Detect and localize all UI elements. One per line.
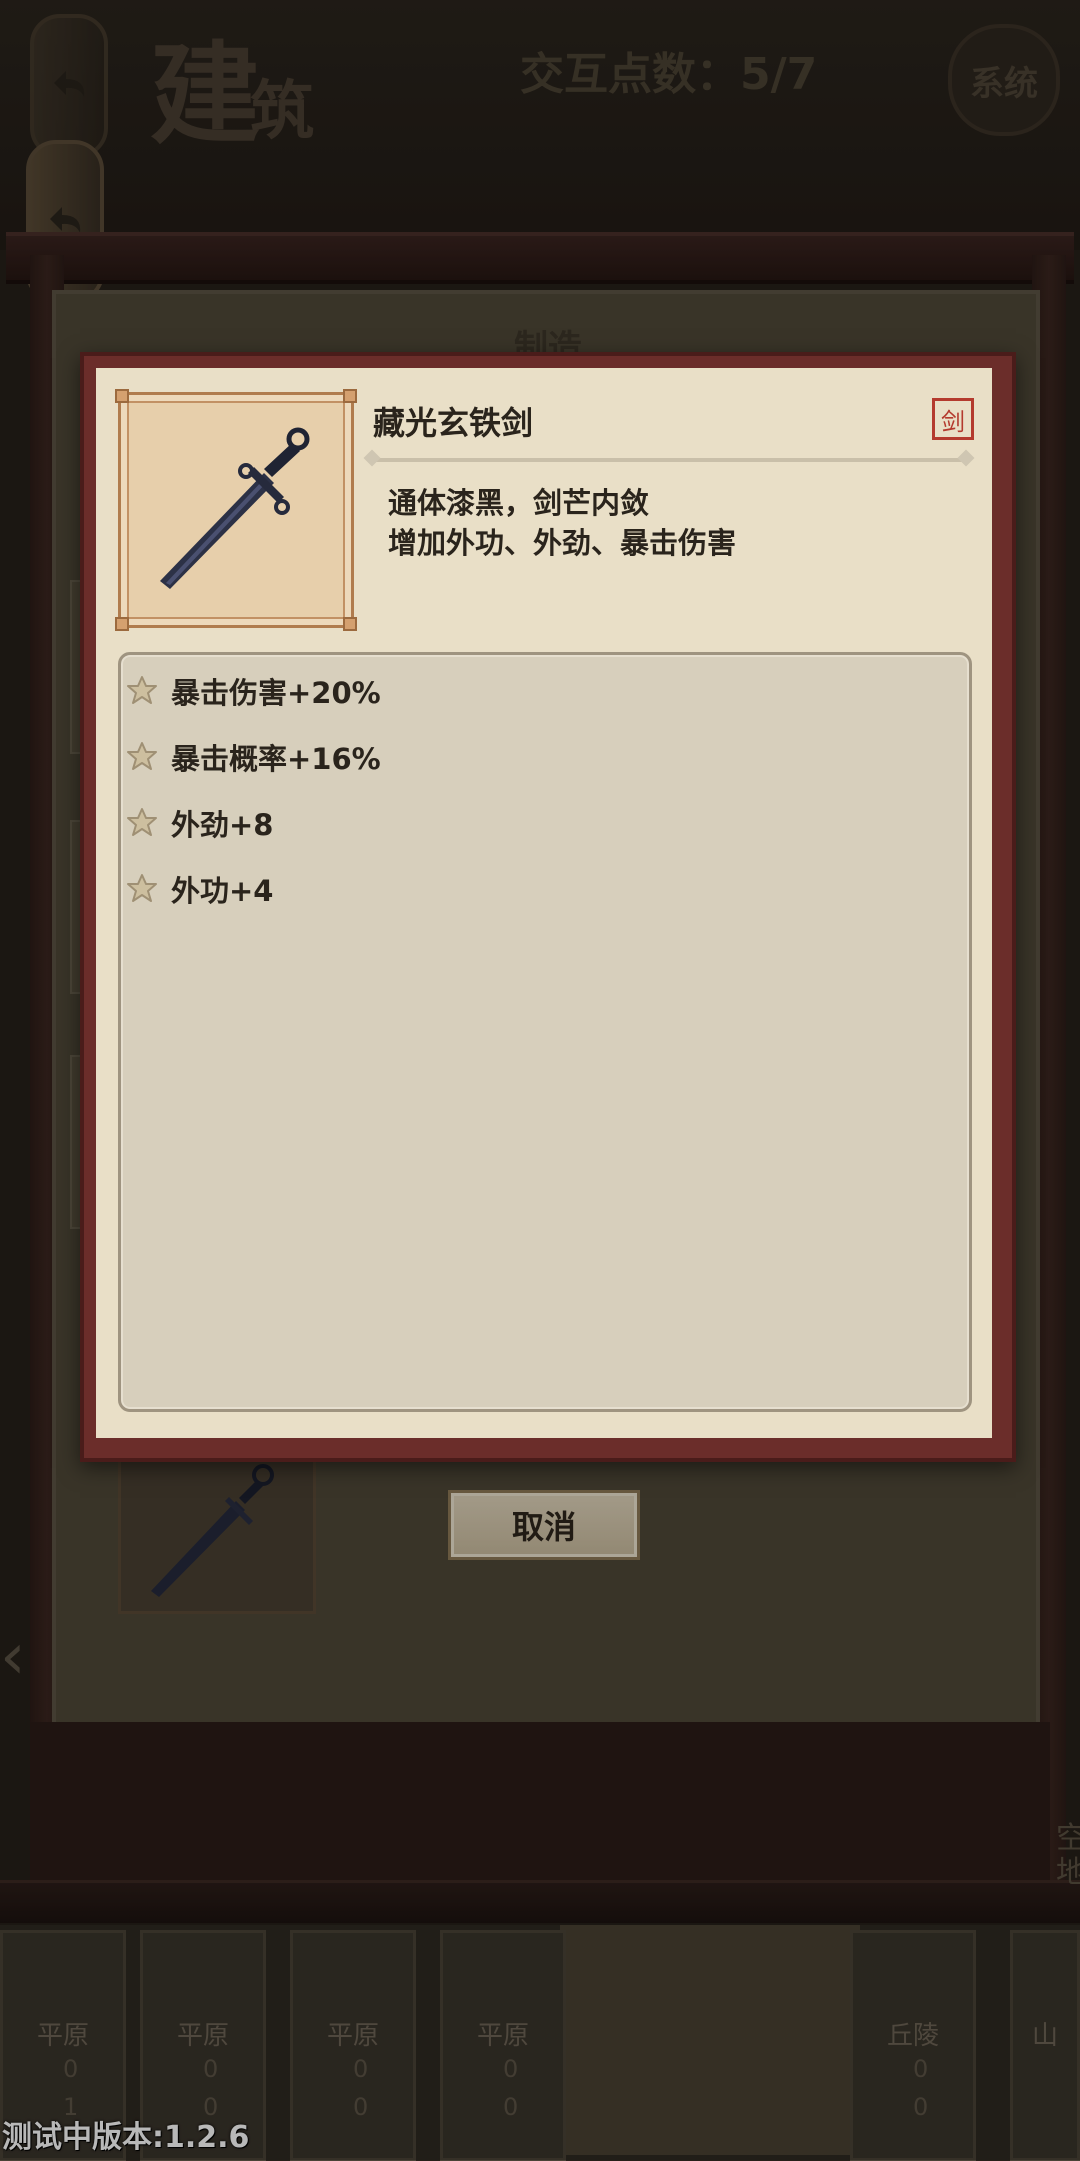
stat-row: 暴击概率+16% bbox=[125, 732, 381, 782]
stat-row: 外功+4 bbox=[125, 864, 273, 914]
item-type-tag: 剑 bbox=[932, 398, 974, 440]
flower-bullet-icon bbox=[127, 742, 157, 770]
flower-bullet-icon bbox=[127, 874, 157, 902]
stat-row: 外劲+8 bbox=[125, 798, 273, 848]
sword-icon bbox=[160, 427, 310, 589]
item-icon-frame bbox=[115, 389, 357, 631]
flower-bullet-icon bbox=[127, 676, 157, 704]
item-description-line: 增加外功、外劲、暴击伤害 bbox=[388, 526, 737, 560]
stat-row: 暴击伤害+20% bbox=[125, 666, 381, 716]
item-description-line: 通体漆黑，剑芒内敛 bbox=[388, 486, 650, 520]
flower-bullet-icon bbox=[127, 808, 157, 836]
item-name: 藏光玄铁剑 bbox=[373, 404, 534, 442]
title-divider bbox=[372, 458, 968, 462]
